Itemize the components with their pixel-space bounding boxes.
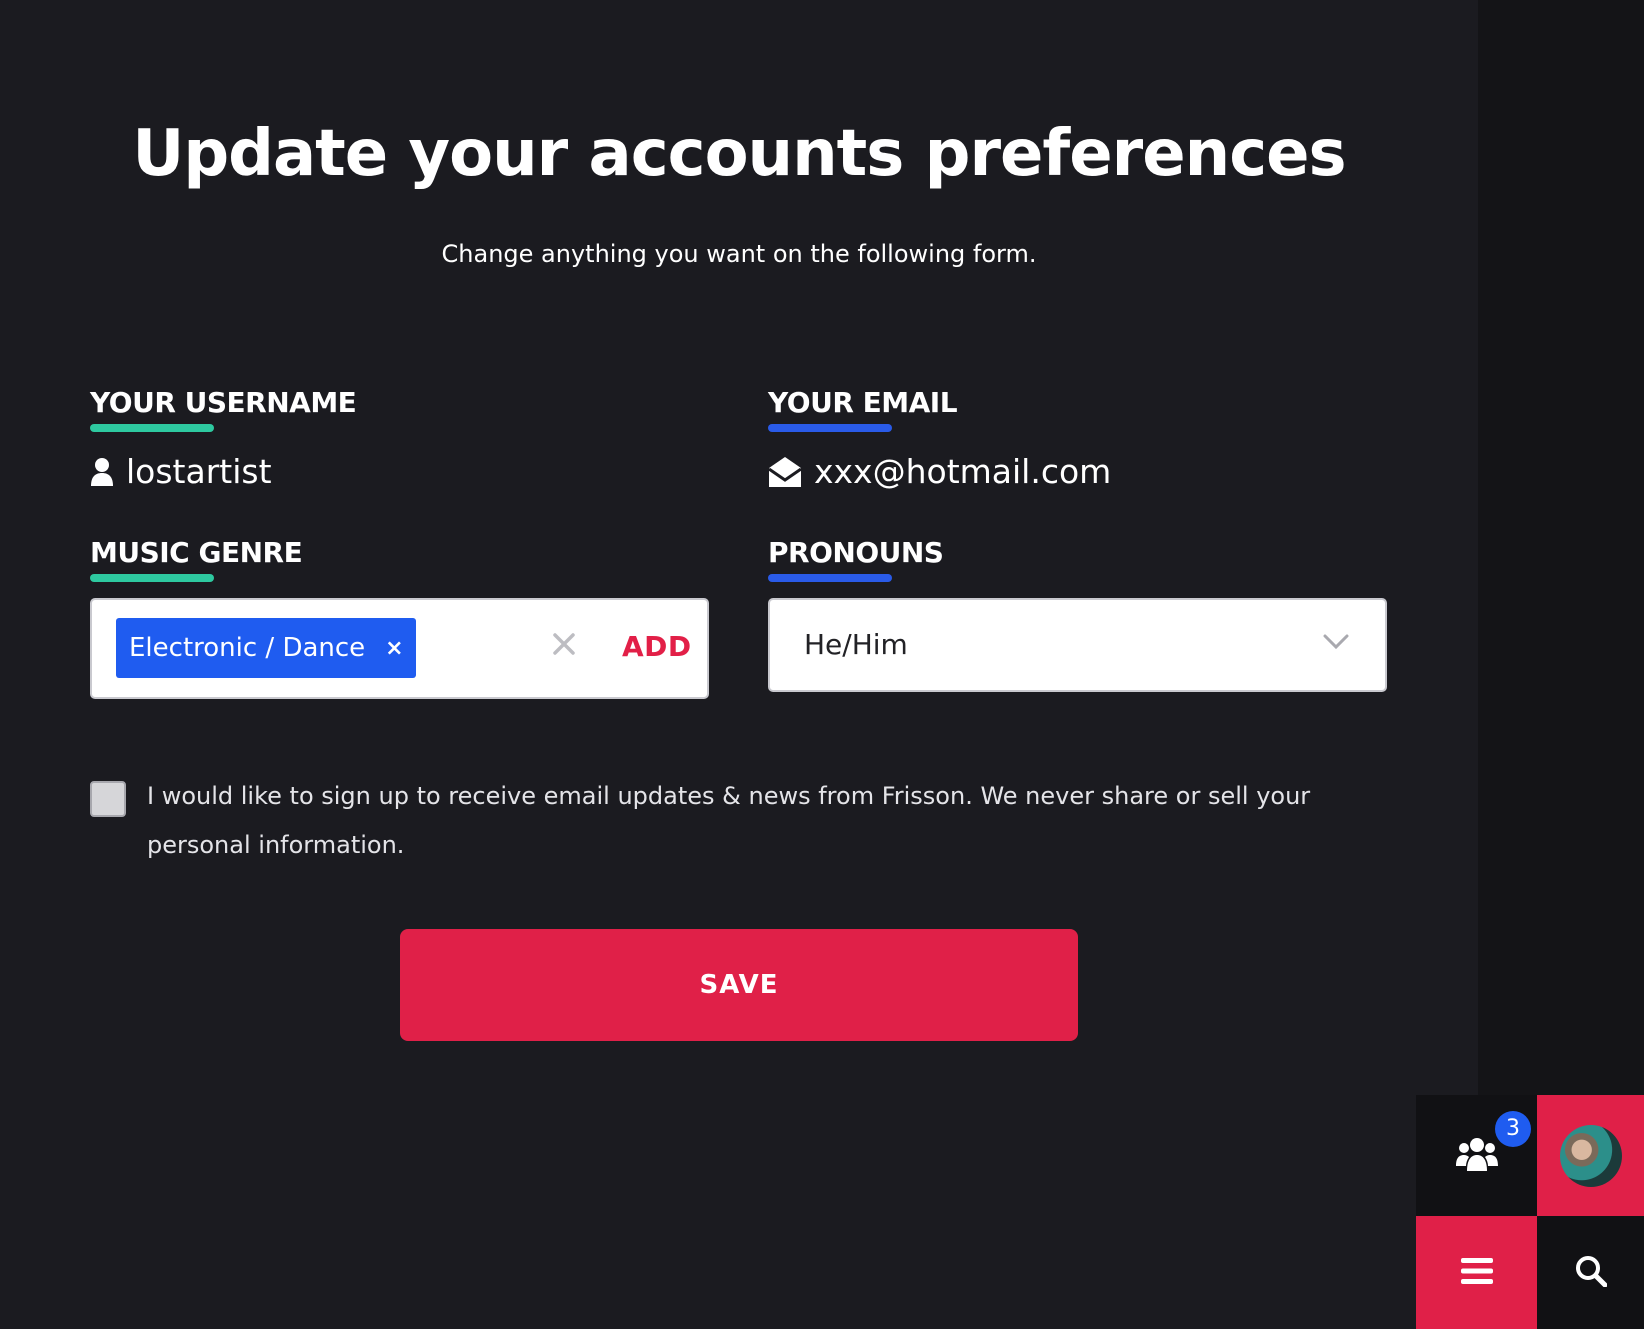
main-panel: Update your accounts preferences Change … (0, 0, 1478, 1329)
hamburger-menu-icon (1460, 1257, 1493, 1288)
username-value: lostartist (126, 452, 272, 491)
pronouns-selected-value: He/Him (804, 628, 908, 661)
page-title: Update your accounts preferences (132, 117, 1346, 191)
genre-tag[interactable]: Electronic / Dance × (116, 618, 416, 678)
email-label: YOUR EMAIL (768, 386, 958, 419)
newsletter-consent-text: I would like to sign up to receive email… (147, 782, 1311, 859)
tag-remove-icon[interactable]: × (385, 636, 403, 661)
username-label-underline (90, 424, 214, 432)
add-genre-button[interactable]: ADD (622, 622, 692, 672)
friends-button[interactable]: 3 (1416, 1095, 1537, 1216)
search-icon (1575, 1255, 1607, 1291)
genre-tag-label: Electronic / Dance (129, 633, 366, 663)
avatar (1559, 1124, 1622, 1187)
pronouns-label-underline (768, 574, 892, 582)
username-value-row: lostartist (90, 450, 272, 494)
music-genre-label-underline (90, 574, 214, 582)
music-genre-input[interactable]: Electronic / Dance × ADD (90, 598, 709, 699)
page-subtitle: Change anything you want on the followin… (441, 240, 1037, 268)
chevron-down-icon (1323, 634, 1349, 654)
profile-avatar-button[interactable] (1537, 1095, 1644, 1216)
menu-button[interactable] (1416, 1216, 1537, 1329)
friends-count-badge: 3 (1495, 1111, 1531, 1147)
users-icon (1455, 1136, 1498, 1176)
clear-icon[interactable] (552, 632, 582, 662)
music-genre-label: MUSIC GENRE (90, 536, 303, 569)
user-icon (90, 457, 114, 487)
email-label-underline (768, 424, 892, 432)
pronouns-select[interactable]: He/Him (768, 598, 1387, 692)
email-value: xxx@hotmail.com (814, 452, 1112, 491)
username-label: YOUR USERNAME (90, 386, 357, 419)
email-value-row: xxx@hotmail.com (768, 450, 1111, 494)
save-button[interactable]: SAVE (400, 929, 1078, 1041)
envelope-open-icon (768, 456, 802, 488)
newsletter-checkbox[interactable] (90, 781, 126, 817)
search-button[interactable] (1537, 1216, 1644, 1329)
pronouns-label: PRONOUNS (768, 536, 944, 569)
